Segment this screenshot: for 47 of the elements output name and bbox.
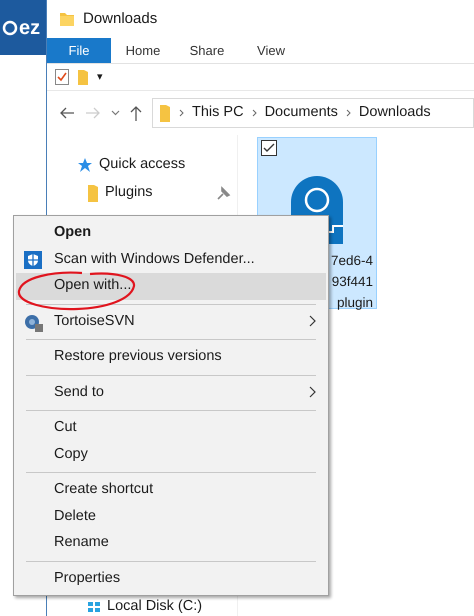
- folder-icon: [59, 11, 75, 27]
- menu-item[interactable]: TortoiseSVN: [16, 308, 326, 335]
- nav-item[interactable]: Plugins: [105, 182, 153, 204]
- chevron-right-icon: [179, 109, 184, 117]
- shield-icon: [24, 250, 42, 268]
- file-name: 7ed6-4: [330, 252, 373, 270]
- file-name: 93f441: [330, 273, 373, 291]
- tortoise-icon: [24, 312, 44, 332]
- checkbox[interactable]: [261, 140, 277, 156]
- ribbon-tab[interactable]: Home: [111, 38, 175, 63]
- drive-icon[interactable]: [87, 601, 101, 613]
- menu-item[interactable]: Copy: [16, 442, 326, 468]
- pin-icon: [217, 186, 231, 200]
- folder-icon: [159, 104, 171, 122]
- breadcrumb-link[interactable]: Documents: [264, 102, 338, 124]
- breadcrumb-link[interactable]: This PC: [192, 102, 244, 124]
- menu-item[interactable]: Send to: [16, 380, 326, 406]
- chevron-right-icon: [346, 109, 351, 117]
- window-title: Downloads: [83, 8, 158, 29]
- chevron-right-icon: [252, 109, 257, 117]
- ribbon-tab[interactable]: Share: [175, 38, 239, 63]
- breadcrumb-link[interactable]: Downloads: [358, 102, 431, 124]
- nav-item[interactable]: Local Disk (C:): [107, 596, 202, 616]
- chevron-down-icon[interactable]: [111, 110, 120, 116]
- star-icon[interactable]: [77, 157, 93, 173]
- menu-item[interactable]: Create shortcut: [16, 477, 326, 504]
- menu-item[interactable]: Cut: [16, 415, 326, 442]
- menu-item[interactable]: Scan with Windows Defender...: [16, 246, 326, 273]
- ribbon-tab[interactable]: File: [47, 38, 111, 63]
- nav-item[interactable]: Quick access: [99, 154, 186, 176]
- menu-item[interactable]: Open: [16, 220, 326, 246]
- properties-icon[interactable]: [55, 69, 69, 85]
- menu-item[interactable]: Open with...: [16, 273, 326, 300]
- chevron-right-icon: [309, 314, 316, 326]
- dropdown-button[interactable]: ▾: [97, 68, 103, 86]
- file-name: plugin: [336, 294, 373, 312]
- menu-item[interactable]: Restore previous versions: [16, 344, 326, 370]
- menu-item[interactable]: Properties: [16, 566, 326, 592]
- ribbon-tab[interactable]: View: [239, 38, 303, 63]
- menu-item[interactable]: Delete: [16, 504, 326, 530]
- address-bar[interactable]: This PC Documents Downloads: [152, 98, 474, 128]
- logo-text: ez: [19, 18, 40, 38]
- menu-item[interactable]: Rename: [16, 530, 326, 556]
- logo-icon: [2, 20, 18, 36]
- up-icon[interactable]: [130, 105, 142, 121]
- back-icon[interactable]: [59, 107, 75, 119]
- chevron-right-icon: [309, 386, 316, 398]
